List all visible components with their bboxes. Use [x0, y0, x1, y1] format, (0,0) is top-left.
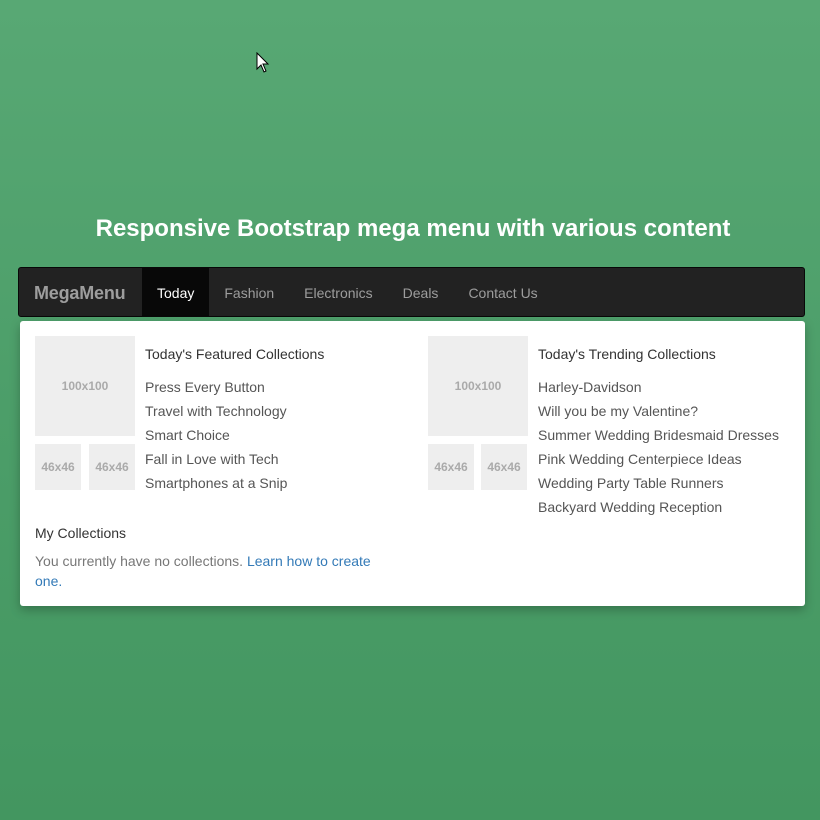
trending-main-image[interactable]: 100x100 — [428, 336, 528, 436]
mouse-cursor-icon — [256, 52, 270, 73]
trending-collections: Today's Trending Collections Harley-Davi… — [538, 345, 779, 519]
featured-title: Today's Featured Collections — [145, 346, 325, 362]
trending-thumb-2[interactable]: 46x46 — [481, 444, 527, 490]
featured-link[interactable]: Press Every Button — [145, 375, 324, 399]
featured-main-image[interactable]: 100x100 — [35, 336, 135, 436]
navbar: MegaMenu Today Fashion Electronics Deals… — [18, 267, 805, 317]
featured-collections: Today's Featured Collections Press Every… — [145, 345, 324, 495]
mega-menu-dropdown: 100x100 46x46 46x46 Today's Featured Col… — [20, 321, 805, 606]
featured-thumb-2[interactable]: 46x46 — [89, 444, 135, 490]
trending-thumb-1[interactable]: 46x46 — [428, 444, 474, 490]
featured-link[interactable]: Fall in Love with Tech — [145, 447, 324, 471]
nav-item-fashion[interactable]: Fashion — [209, 268, 289, 316]
featured-link[interactable]: Smartphones at a Snip — [145, 471, 324, 495]
my-collections-text: You currently have no collections. Learn… — [35, 551, 395, 591]
trending-link[interactable]: Will you be my Valentine? — [538, 399, 779, 423]
featured-links: Press Every Button Travel with Technolog… — [145, 375, 324, 495]
trending-link[interactable]: Backyard Wedding Reception — [538, 495, 779, 519]
featured-link[interactable]: Smart Choice — [145, 423, 324, 447]
page-title: Responsive Bootstrap mega menu with vari… — [95, 215, 731, 242]
navbar-brand[interactable]: MegaMenu — [19, 268, 142, 316]
trending-link[interactable]: Wedding Party Table Runners — [538, 471, 779, 495]
nav-item-deals[interactable]: Deals — [388, 268, 454, 316]
my-collections-title: My Collections — [35, 525, 127, 541]
nav-item-electronics[interactable]: Electronics — [289, 268, 387, 316]
trending-links: Harley-Davidson Will you be my Valentine… — [538, 375, 779, 519]
nav-item-contact-us[interactable]: Contact Us — [453, 268, 552, 316]
featured-thumb-1[interactable]: 46x46 — [35, 444, 81, 490]
nav-item-today[interactable]: Today — [142, 268, 210, 316]
featured-link[interactable]: Travel with Technology — [145, 399, 324, 423]
trending-link[interactable]: Harley-Davidson — [538, 375, 779, 399]
trending-title: Today's Trending Collections — [538, 346, 716, 362]
trending-link[interactable]: Summer Wedding Bridesmaid Dresses — [538, 423, 779, 447]
my-collections-empty-text: You currently have no collections. — [35, 553, 244, 569]
trending-link[interactable]: Pink Wedding Centerpiece Ideas — [538, 447, 779, 471]
